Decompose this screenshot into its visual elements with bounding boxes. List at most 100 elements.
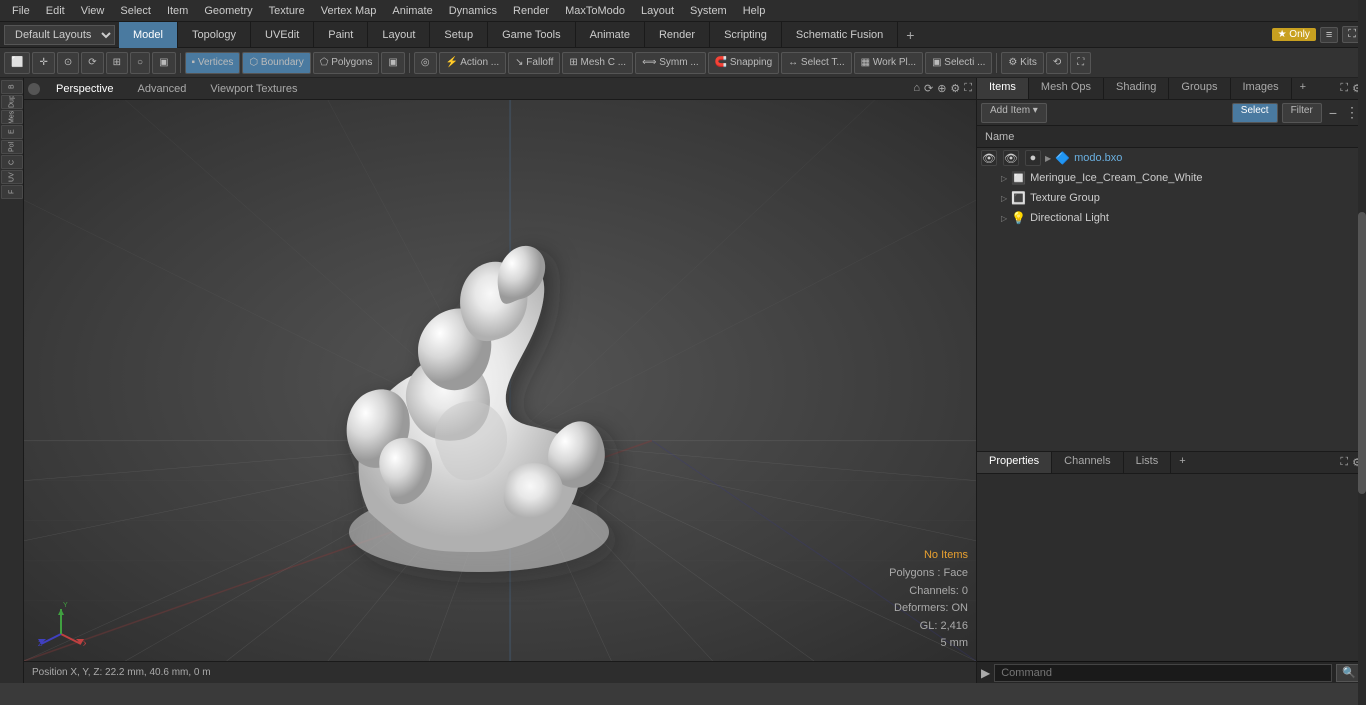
menu-texture[interactable]: Texture	[261, 3, 313, 19]
viewport-tab-textures[interactable]: Viewport Textures	[202, 81, 305, 97]
tab-render[interactable]: Render	[645, 22, 710, 48]
item-row-modo-bxo[interactable]: 👁 👁 ● ▶ 🔷 modo.bxo	[977, 148, 1366, 168]
tab-groups[interactable]: Groups	[1169, 78, 1230, 99]
items-icon-minus[interactable]: −	[1326, 105, 1340, 121]
eye-icon-modo-2[interactable]: 👁	[1003, 150, 1019, 166]
sidebar-btn-pol[interactable]: Pol	[1, 140, 23, 154]
menu-edit[interactable]: Edit	[38, 3, 73, 19]
tab-model[interactable]: Model	[119, 22, 178, 48]
poly-shape-btn[interactable]: ▣	[381, 52, 404, 74]
menu-file[interactable]: File	[4, 3, 38, 19]
tab-properties[interactable]: Properties	[977, 452, 1052, 473]
tab-shading[interactable]: Shading	[1104, 78, 1169, 99]
menu-system[interactable]: System	[682, 3, 735, 19]
props-expand-icon[interactable]: ⛶	[1340, 456, 1348, 469]
add-item-btn[interactable]: Add Item ▾	[981, 103, 1047, 123]
eye-icon-modo-3[interactable]: ●	[1025, 150, 1041, 166]
tab-channels[interactable]: Channels	[1052, 452, 1123, 473]
viewport-icon-expand[interactable]: ⛶	[964, 82, 972, 95]
eye-icon-modo[interactable]: 👁	[981, 150, 997, 166]
viewport-icon-search[interactable]: ⊕	[937, 82, 946, 95]
item-row-texture-group[interactable]: ▷ 🔳 Texture Group	[977, 188, 1366, 208]
selection-btn[interactable]: ▣ Selecti ...	[925, 52, 992, 74]
select-btn[interactable]: Select	[1232, 103, 1278, 123]
command-input[interactable]	[994, 664, 1332, 682]
sidebar-btn-f[interactable]: F	[1, 185, 23, 199]
tab-topology[interactable]: Topology	[178, 22, 251, 48]
tab-game-tools[interactable]: Game Tools	[488, 22, 576, 48]
tab-paint[interactable]: Paint	[314, 22, 368, 48]
item-row-meringue[interactable]: ▷ 🔲 Meringue_Ice_Cream_Cone_White	[977, 168, 1366, 188]
viewport-tab-advanced[interactable]: Advanced	[129, 81, 194, 97]
viewport-tab-perspective[interactable]: Perspective	[48, 81, 121, 97]
vertices-btn[interactable]: ▪ Vertices	[185, 52, 241, 74]
tab-layout[interactable]: Layout	[368, 22, 430, 48]
viewport-icon-home[interactable]: ⌂	[913, 82, 920, 95]
falloff-btn[interactable]: ↘ Falloff	[508, 52, 560, 74]
circle-btn[interactable]: ◎	[414, 52, 437, 74]
mode-transform-btn[interactable]: ✛	[32, 52, 54, 74]
sidebar-btn-c[interactable]: C	[1, 155, 23, 169]
tab-images[interactable]: Images	[1231, 78, 1292, 99]
mode-brush-btn[interactable]: ⊙	[57, 52, 79, 74]
menu-select[interactable]: Select	[112, 3, 159, 19]
select-transform-btn[interactable]: ↔ Select T...	[781, 52, 852, 74]
expand-arrow-modo[interactable]: ▶	[1045, 154, 1051, 163]
tab-setup[interactable]: Setup	[430, 22, 488, 48]
snapping-btn[interactable]: 🧲 Snapping	[708, 52, 780, 74]
sidebar-btn-dup[interactable]: Dup	[1, 95, 23, 109]
menu-view[interactable]: View	[73, 3, 113, 19]
star-only-badge[interactable]: ★ Only	[1272, 28, 1316, 41]
undo-view-btn[interactable]: ⟲	[1046, 52, 1068, 74]
viewport-menu-dot[interactable]	[28, 83, 40, 95]
mode-rotate-btn[interactable]: ○	[130, 52, 150, 74]
right-expand-icon[interactable]: ⛶	[1340, 82, 1348, 95]
work-plane-btn[interactable]: ▦ Work Pl...	[854, 52, 923, 74]
tab-schematic-fusion[interactable]: Schematic Fusion	[782, 22, 898, 48]
tab-items[interactable]: Items	[977, 78, 1029, 99]
expand-arrow-meringue[interactable]: ▷	[1001, 174, 1007, 183]
mode-extra-btn[interactable]: ▣	[152, 52, 175, 74]
filter-btn[interactable]: Filter	[1282, 103, 1322, 123]
expand-arrow-light[interactable]: ▷	[1001, 214, 1007, 223]
layout-dropdown[interactable]: Default Layouts	[4, 25, 115, 45]
sidebar-btn-mes[interactable]: Mes	[1, 110, 23, 124]
tab-scripting[interactable]: Scripting	[710, 22, 782, 48]
mode-move-btn[interactable]: ⟳	[81, 52, 103, 74]
mesh-constraint-btn[interactable]: ⊞ Mesh C ...	[562, 52, 633, 74]
tab-lists[interactable]: Lists	[1124, 452, 1172, 473]
tab-animate[interactable]: Animate	[576, 22, 645, 48]
menu-animate[interactable]: Animate	[384, 3, 440, 19]
action-btn[interactable]: ⚡ Action ...	[439, 52, 507, 74]
kits-btn[interactable]: ⚙ Kits	[1001, 52, 1043, 74]
menu-layout[interactable]: Layout	[633, 3, 682, 19]
mode-select-btn[interactable]: ⬜	[4, 52, 30, 74]
viewport-icon-gear[interactable]: ⚙	[950, 82, 960, 95]
mode-scale-btn[interactable]: ⊞	[106, 52, 128, 74]
sidebar-btn-e[interactable]: E	[1, 125, 23, 139]
layout-add-tab[interactable]: +	[898, 24, 922, 46]
menu-render[interactable]: Render	[505, 3, 557, 19]
sidebar-btn-uv[interactable]: UV	[1, 170, 23, 184]
layout-icon-btn-1[interactable]: ≡	[1320, 27, 1338, 43]
menu-vertex-map[interactable]: Vertex Map	[313, 3, 385, 19]
symmetry-btn[interactable]: ⟺ Symm ...	[635, 52, 706, 74]
expand-arrow-texture[interactable]: ▷	[1001, 194, 1007, 203]
fullscreen-btn[interactable]: ⛶	[1070, 52, 1091, 74]
sidebar-btn-b[interactable]: B	[1, 80, 23, 94]
menu-item[interactable]: Item	[159, 3, 196, 19]
menu-maxtomodo[interactable]: MaxToModo	[557, 3, 633, 19]
boundary-btn[interactable]: ⬡ Boundary	[242, 52, 310, 74]
position-info: Position X, Y, Z: 22.2 mm, 40.6 mm, 0 m	[32, 667, 211, 678]
item-row-directional-light[interactable]: ▷ 💡 Directional Light	[977, 208, 1366, 228]
viewport-canvas[interactable]: X Z Y No Items Polygons : Face Channels:…	[24, 100, 976, 661]
polygons-btn[interactable]: ⬠ Polygons	[313, 52, 380, 74]
tab-mesh-ops[interactable]: Mesh Ops	[1029, 78, 1104, 99]
menu-geometry[interactable]: Geometry	[196, 3, 260, 19]
viewport-icon-reset[interactable]: ⟳	[924, 82, 933, 95]
menu-dynamics[interactable]: Dynamics	[441, 3, 505, 19]
tab-uvedit[interactable]: UVEdit	[251, 22, 314, 48]
menu-help[interactable]: Help	[735, 3, 774, 19]
props-tab-add[interactable]: +	[1171, 452, 1193, 473]
right-tab-add[interactable]: +	[1292, 78, 1314, 99]
